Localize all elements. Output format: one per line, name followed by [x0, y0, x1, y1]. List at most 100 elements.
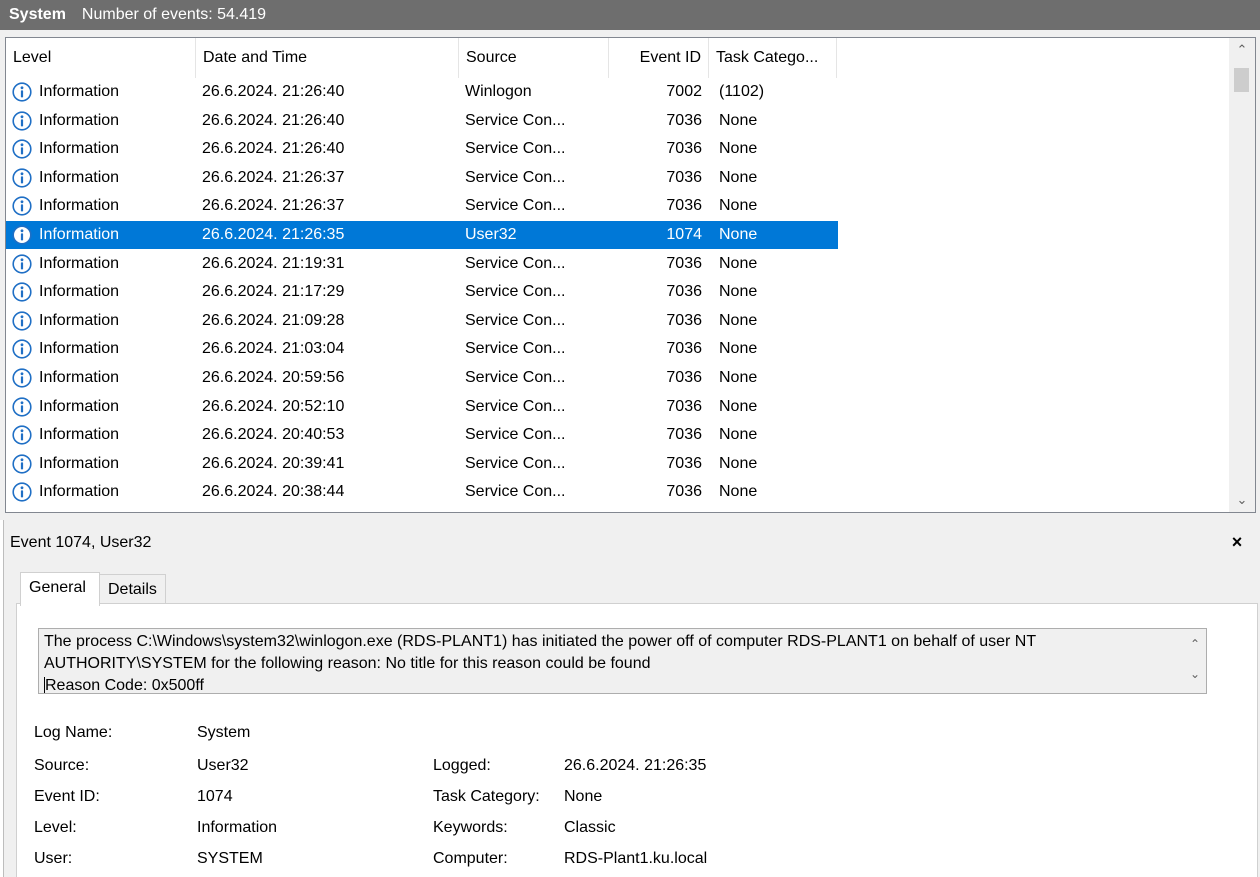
- cell-datetime: 26.6.2024. 21:03:04: [202, 340, 345, 358]
- tab-details[interactable]: Details: [100, 574, 166, 604]
- cell-datetime: 26.6.2024. 21:26:37: [202, 197, 345, 215]
- cell-event-id: 7036: [666, 140, 702, 158]
- cell-source: Service Con...: [465, 369, 566, 386]
- table-row[interactable]: Information 26.6.2024. 21:26:37 Service Co…: [6, 164, 838, 192]
- cell-datetime: 26.6.2024. 21:26:40: [202, 83, 345, 100]
- cell-event-id: 7036: [666, 254, 702, 272]
- chevron-up-icon[interactable]: ⌃: [1229, 38, 1255, 62]
- table-row[interactable]: Information 26.6.2024. 21:17:29 Service Co…: [6, 278, 838, 306]
- column-header-task-category[interactable]: Task Catego...: [709, 38, 837, 78]
- table-row[interactable]: Information 26.6.2024. 21:09:28 Service Co…: [6, 307, 838, 335]
- cell-task-category: None: [719, 197, 758, 215]
- cell-source: Service Con...: [465, 197, 566, 215]
- info-icon: [12, 425, 32, 445]
- table-row[interactable]: Information 26.6.2024. 20:39:41 Service Co…: [6, 450, 838, 478]
- info-icon: [12, 311, 32, 331]
- cell-source: Service Con...: [465, 254, 566, 272]
- cell-event-id: 7036: [666, 340, 702, 358]
- cell-datetime: 26.6.2024. 21:19:31: [202, 254, 345, 272]
- detail-title: Event 1074, User32: [10, 534, 152, 551]
- source-label: Source:: [34, 757, 90, 774]
- cell-datetime: 26.6.2024. 21:26:40: [202, 111, 345, 129]
- table-row[interactable]: Information 26.6.2024. 20:40:53 Service Co…: [6, 421, 838, 449]
- table-row[interactable]: Information 26.6.2024. 20:38:44 Service Co…: [6, 478, 838, 506]
- cell-task-category: None: [719, 483, 758, 501]
- cell-source: Service Con...: [465, 111, 566, 129]
- cell-datetime: 26.6.2024. 20:59:56: [202, 369, 345, 386]
- event-id-label: Event ID:: [34, 788, 100, 805]
- cell-task-category: None: [719, 111, 758, 129]
- description-line-2: AUTHORITY\SYSTEM for the following reaso…: [44, 655, 651, 672]
- cell-task-category: None: [719, 283, 758, 301]
- computer-label: Computer:: [433, 850, 508, 867]
- cell-level: Information: [39, 340, 120, 358]
- general-tab-panel: The process C:\Windows\system32\winlogon…: [16, 603, 1258, 877]
- cell-event-id: 7036: [666, 483, 702, 501]
- cell-source: Service Con...: [465, 311, 566, 329]
- cell-level: Information: [39, 426, 120, 444]
- events-list[interactable]: Level Date and Time Source Event ID Task…: [5, 37, 1256, 513]
- info-icon: [12, 482, 32, 502]
- cell-level: Information: [39, 311, 120, 329]
- scroll-thumb[interactable]: [1234, 68, 1249, 92]
- cell-level: Information: [39, 397, 120, 415]
- cell-event-id: 7036: [666, 397, 702, 415]
- source-value: User32: [197, 757, 249, 774]
- table-row[interactable]: Information 26.6.2024. 20:52:10 Service Co…: [6, 393, 838, 421]
- table-row[interactable]: Information 26.6.2024. 21:03:04 Service Co…: [6, 335, 838, 363]
- cell-event-id: 7036: [666, 197, 702, 215]
- event-description[interactable]: The process C:\Windows\system32\winlogon…: [38, 628, 1207, 694]
- column-header-event-id[interactable]: Event ID: [609, 38, 709, 78]
- table-row[interactable]: Information 26.6.2024. 21:26:40 Service Co…: [6, 107, 838, 135]
- cell-level: Information: [36, 221, 189, 249]
- cell-task-category: None: [719, 168, 758, 186]
- cell-task-category: None: [719, 311, 758, 329]
- close-icon[interactable]: ×: [1227, 532, 1247, 552]
- cell-source: Winlogon: [465, 83, 532, 100]
- cell-task-category: None: [719, 140, 758, 158]
- cell-source: Service Con...: [465, 283, 566, 301]
- cell-task-category: None: [719, 454, 758, 472]
- table-row[interactable]: Information 26.6.2024. 21:26:40 Winlogon 70…: [6, 78, 838, 106]
- table-row-selected[interactable]: Information 26.6.2024. 21:26:35 User32 1074…: [6, 221, 838, 249]
- cell-event-id: 1074: [666, 226, 702, 243]
- cell-event-id: 7036: [666, 369, 702, 386]
- level-label: Level:: [34, 819, 77, 836]
- cell-task-category: None: [719, 254, 758, 272]
- cell-event-id: 7002: [666, 83, 702, 100]
- chevron-down-icon[interactable]: ⌄: [1190, 667, 1200, 681]
- cell-datetime: 26.6.2024. 20:40:53: [202, 426, 345, 444]
- cell-level: Information: [39, 454, 120, 472]
- cell-event-id: 7036: [666, 111, 702, 129]
- cell-event-id: 7036: [666, 311, 702, 329]
- info-icon: [12, 454, 32, 474]
- table-row[interactable]: Information 26.6.2024. 20:59:56 Service Co…: [6, 364, 838, 392]
- column-header-level[interactable]: Level: [6, 38, 196, 78]
- events-scrollbar[interactable]: ⌃ ⌄: [1229, 38, 1255, 512]
- table-row[interactable]: Information 26.6.2024. 21:26:40 Service Co…: [6, 135, 838, 163]
- column-header-source[interactable]: Source: [459, 38, 609, 78]
- cell-level: Information: [39, 283, 120, 301]
- log-name-label: Log Name:: [34, 724, 113, 741]
- cell-datetime: 26.6.2024. 20:52:10: [202, 397, 345, 415]
- cell-source: Service Con...: [465, 140, 566, 158]
- table-row[interactable]: Information 26.6.2024. 21:26:37 Service Co…: [6, 192, 838, 220]
- cell-event-id: 7036: [666, 454, 702, 472]
- column-header-datetime[interactable]: Date and Time: [196, 38, 459, 78]
- cell-task-category: None: [719, 369, 758, 386]
- detail-header: Event 1074, User32 ×: [5, 521, 1255, 565]
- log-name-title: System: [9, 6, 66, 23]
- cell-datetime: 26.6.2024. 20:39:41: [202, 454, 345, 472]
- logged-value: 26.6.2024. 21:26:35: [564, 757, 707, 774]
- chevron-up-icon[interactable]: ⌃: [1190, 637, 1200, 651]
- info-icon: [12, 396, 32, 417]
- info-icon: [12, 196, 32, 216]
- cell-event-id: 7036: [666, 426, 702, 444]
- logged-label: Logged:: [433, 757, 491, 774]
- cell-level: Information: [39, 168, 120, 186]
- table-row[interactable]: Information 26.6.2024. 21:19:31 Service Co…: [6, 250, 838, 278]
- cell-task-category: (1102): [719, 83, 765, 100]
- chevron-down-icon[interactable]: ⌄: [1229, 488, 1255, 512]
- user-label: User:: [34, 850, 73, 867]
- tab-general[interactable]: General: [20, 572, 100, 606]
